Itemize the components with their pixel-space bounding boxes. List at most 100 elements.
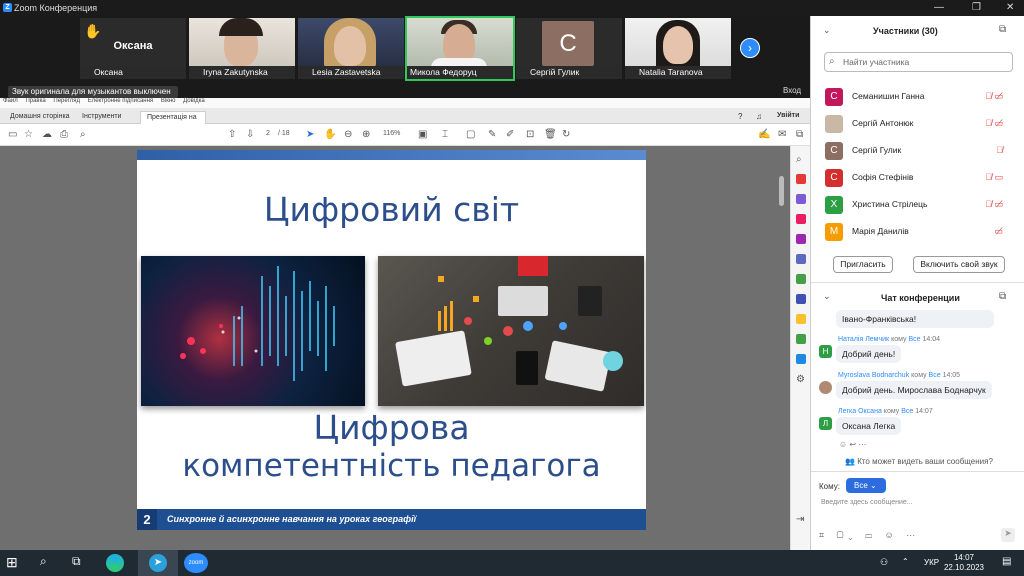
window-titlebar: Z Zoom Конференция — ❐ ✕ bbox=[0, 0, 1024, 16]
edge-browser-icon[interactable] bbox=[106, 554, 124, 572]
menu-view[interactable]: Перегляд bbox=[53, 98, 80, 104]
tray-chevron-icon[interactable]: ⌃ bbox=[902, 557, 909, 566]
video-tile[interactable]: Iryna Zakutynska bbox=[189, 18, 295, 79]
participant-row[interactable]: Сергій Антонюк 🎙̸ ▭̸ bbox=[825, 113, 1015, 135]
recipient-select[interactable]: Все ⌄ bbox=[846, 478, 886, 493]
invite-button[interactable]: Пригласить bbox=[833, 256, 893, 273]
chat-sender: Легка Оксана кому Все 14:07 bbox=[838, 408, 933, 415]
tab-home[interactable]: Домашня сторінка bbox=[4, 111, 76, 124]
collapse-participants-icon[interactable]: ⌄ bbox=[823, 25, 831, 36]
language-indicator[interactable]: УКР bbox=[924, 558, 939, 567]
fit-page-icon[interactable]: ▣ bbox=[418, 129, 427, 140]
pointer-icon[interactable]: ➤ bbox=[306, 129, 314, 140]
organize-icon[interactable] bbox=[796, 274, 806, 284]
collapse-rail-icon[interactable]: ⇥ bbox=[796, 514, 806, 525]
export-pdf-icon[interactable] bbox=[796, 174, 806, 184]
side-panel: ⌄ Участники (30) ⧉ Найти участника ⌕ С С… bbox=[810, 16, 1024, 550]
upload-icon[interactable]: ☁ bbox=[42, 129, 52, 140]
sign-icon[interactable]: ✍ bbox=[758, 129, 770, 140]
combine-icon[interactable] bbox=[796, 254, 806, 264]
help-icon[interactable]: ? bbox=[738, 112, 742, 121]
participant-row[interactable]: Х Христина Стрілець 🎙̸ ▭̸ bbox=[825, 194, 1015, 216]
video-tile-active-speaker[interactable]: Микола Федоруц bbox=[405, 16, 515, 81]
next-page-icon[interactable]: ⇩ bbox=[246, 129, 254, 140]
print-production-icon[interactable] bbox=[796, 334, 806, 344]
chat-toolbar-icons[interactable]: ⌗ ▢⌄ ▭ ☺ ⋯ bbox=[819, 530, 920, 541]
unmute-self-button[interactable]: Включить свой звук bbox=[913, 256, 1005, 273]
menu-edit[interactable]: Правка bbox=[25, 98, 45, 104]
menu-esign[interactable]: Електронне підписання bbox=[88, 98, 153, 104]
menu-help[interactable]: Довідка bbox=[183, 98, 205, 104]
share-icon[interactable]: ⧉ bbox=[796, 129, 803, 140]
prev-page-icon[interactable]: ⇧ bbox=[228, 129, 236, 140]
close-icon[interactable]: ✕ bbox=[1006, 2, 1014, 13]
participant-row-name: Христина Стрілець bbox=[852, 199, 928, 209]
highlight-icon[interactable]: ✐ bbox=[506, 129, 514, 140]
mail-icon[interactable]: ✉ bbox=[778, 129, 786, 140]
tab-tools[interactable]: Інструменти bbox=[76, 111, 127, 124]
zoom-out-icon[interactable]: ⊖ bbox=[344, 129, 352, 140]
video-tile[interactable]: Lesia Zastavetska bbox=[298, 18, 404, 79]
comment-icon[interactable]: ▢ bbox=[466, 129, 475, 140]
maximize-icon[interactable]: ❐ bbox=[972, 2, 981, 13]
page-number-input[interactable]: 2 bbox=[266, 130, 270, 137]
delete-icon[interactable]: 🗑 bbox=[544, 129, 557, 140]
pen-icon[interactable]: ✎ bbox=[488, 129, 496, 140]
avatar: Н bbox=[819, 345, 832, 358]
comment-tool-icon[interactable] bbox=[796, 234, 806, 244]
chat-message-input[interactable]: Введите здесь сообщение... bbox=[821, 499, 1011, 506]
popout-icon[interactable]: ⧉ bbox=[999, 24, 1006, 35]
send-icon[interactable]: ➤ bbox=[1001, 528, 1015, 542]
create-pdf-icon[interactable] bbox=[796, 194, 806, 204]
participant-row[interactable]: М Марія Данилів ▭̸ bbox=[825, 221, 1015, 243]
task-view-icon[interactable]: ⧉ bbox=[72, 554, 90, 572]
sticky-note-icon[interactable] bbox=[796, 314, 806, 324]
participant-row[interactable]: С Сергій Гулик 🎙̸ bbox=[825, 140, 1015, 162]
signin-link[interactable]: Увійти bbox=[777, 112, 799, 119]
next-page-arrow-icon[interactable]: › bbox=[740, 38, 760, 58]
scrollbar-thumb[interactable] bbox=[779, 176, 784, 206]
document-area[interactable]: Цифровий світ Цифрова компетентність пед… bbox=[0, 146, 790, 550]
redact-icon[interactable] bbox=[796, 294, 806, 304]
search-tool-icon[interactable]: ⌕ bbox=[796, 154, 806, 165]
bell-icon[interactable]: ♫ bbox=[756, 112, 762, 121]
collapse-chat-icon[interactable]: ⌄ bbox=[823, 291, 831, 302]
system-clock[interactable]: 14:07 22.10.2023 bbox=[944, 553, 984, 573]
video-tile[interactable]: Natalia Taranova bbox=[625, 18, 731, 79]
minimize-icon[interactable]: — bbox=[934, 2, 944, 13]
protect-icon[interactable] bbox=[796, 354, 806, 364]
rotate-icon[interactable]: ↻ bbox=[562, 129, 570, 140]
sender-time: 14:07 bbox=[915, 408, 933, 415]
more-tools-icon[interactable]: ⚙ bbox=[796, 374, 806, 385]
scan-icon[interactable]: ⌶ bbox=[442, 129, 448, 140]
shared-screen: Файл Правка Перегляд Електронне підписан… bbox=[0, 98, 810, 550]
who-can-see-link[interactable]: 👥 Кто может видеть ваши сообщения? bbox=[845, 457, 993, 466]
menu-file[interactable]: Файл bbox=[3, 98, 18, 104]
sender-target: Все bbox=[908, 336, 921, 343]
search-icon[interactable]: ⌕ bbox=[40, 554, 58, 572]
save-icon[interactable]: ▭ bbox=[8, 129, 17, 140]
hand-icon[interactable]: ✋ bbox=[324, 129, 336, 140]
zoom-level[interactable]: 116% bbox=[383, 130, 400, 137]
participant-search-input[interactable]: Найти участника bbox=[824, 52, 1013, 72]
tab-document[interactable]: Презентація на фо... ✕ bbox=[140, 111, 206, 133]
entry-label[interactable]: Вход bbox=[783, 86, 801, 95]
zoom-app-icon[interactable]: zoom bbox=[184, 553, 208, 573]
chat-popout-icon[interactable]: ⧉ bbox=[999, 291, 1006, 302]
reaction-icons[interactable]: ☺ ↩ ⋯ bbox=[839, 440, 866, 449]
video-tile[interactable]: С Сергій Гулик bbox=[516, 18, 622, 79]
zoom-in-icon[interactable]: ⊕ bbox=[362, 129, 370, 140]
notifications-icon[interactable]: ▤ bbox=[1002, 556, 1011, 567]
print-icon[interactable]: ⎙ bbox=[60, 129, 68, 140]
people-icon[interactable]: ⚇ bbox=[880, 557, 888, 568]
star-icon[interactable]: ☆ bbox=[24, 129, 33, 140]
stamp-icon[interactable]: ⊡ bbox=[526, 129, 534, 140]
participant-row[interactable]: С Софія Стефінів 🎙̸ ▭ bbox=[825, 167, 1015, 189]
telegram-taskbar-item[interactable]: ➤ bbox=[138, 550, 178, 576]
participant-row[interactable]: С Семанишин Ганна 🎙̸ ▭̸ bbox=[825, 86, 1015, 108]
zoom-search-icon[interactable]: ⌕ bbox=[80, 129, 86, 140]
video-tile[interactable]: ✋ Оксана Оксана bbox=[80, 18, 186, 79]
windows-start-icon[interactable]: ⊞ bbox=[6, 554, 24, 572]
edit-pdf-icon[interactable] bbox=[796, 214, 806, 224]
menu-window[interactable]: Вікно bbox=[161, 98, 176, 104]
